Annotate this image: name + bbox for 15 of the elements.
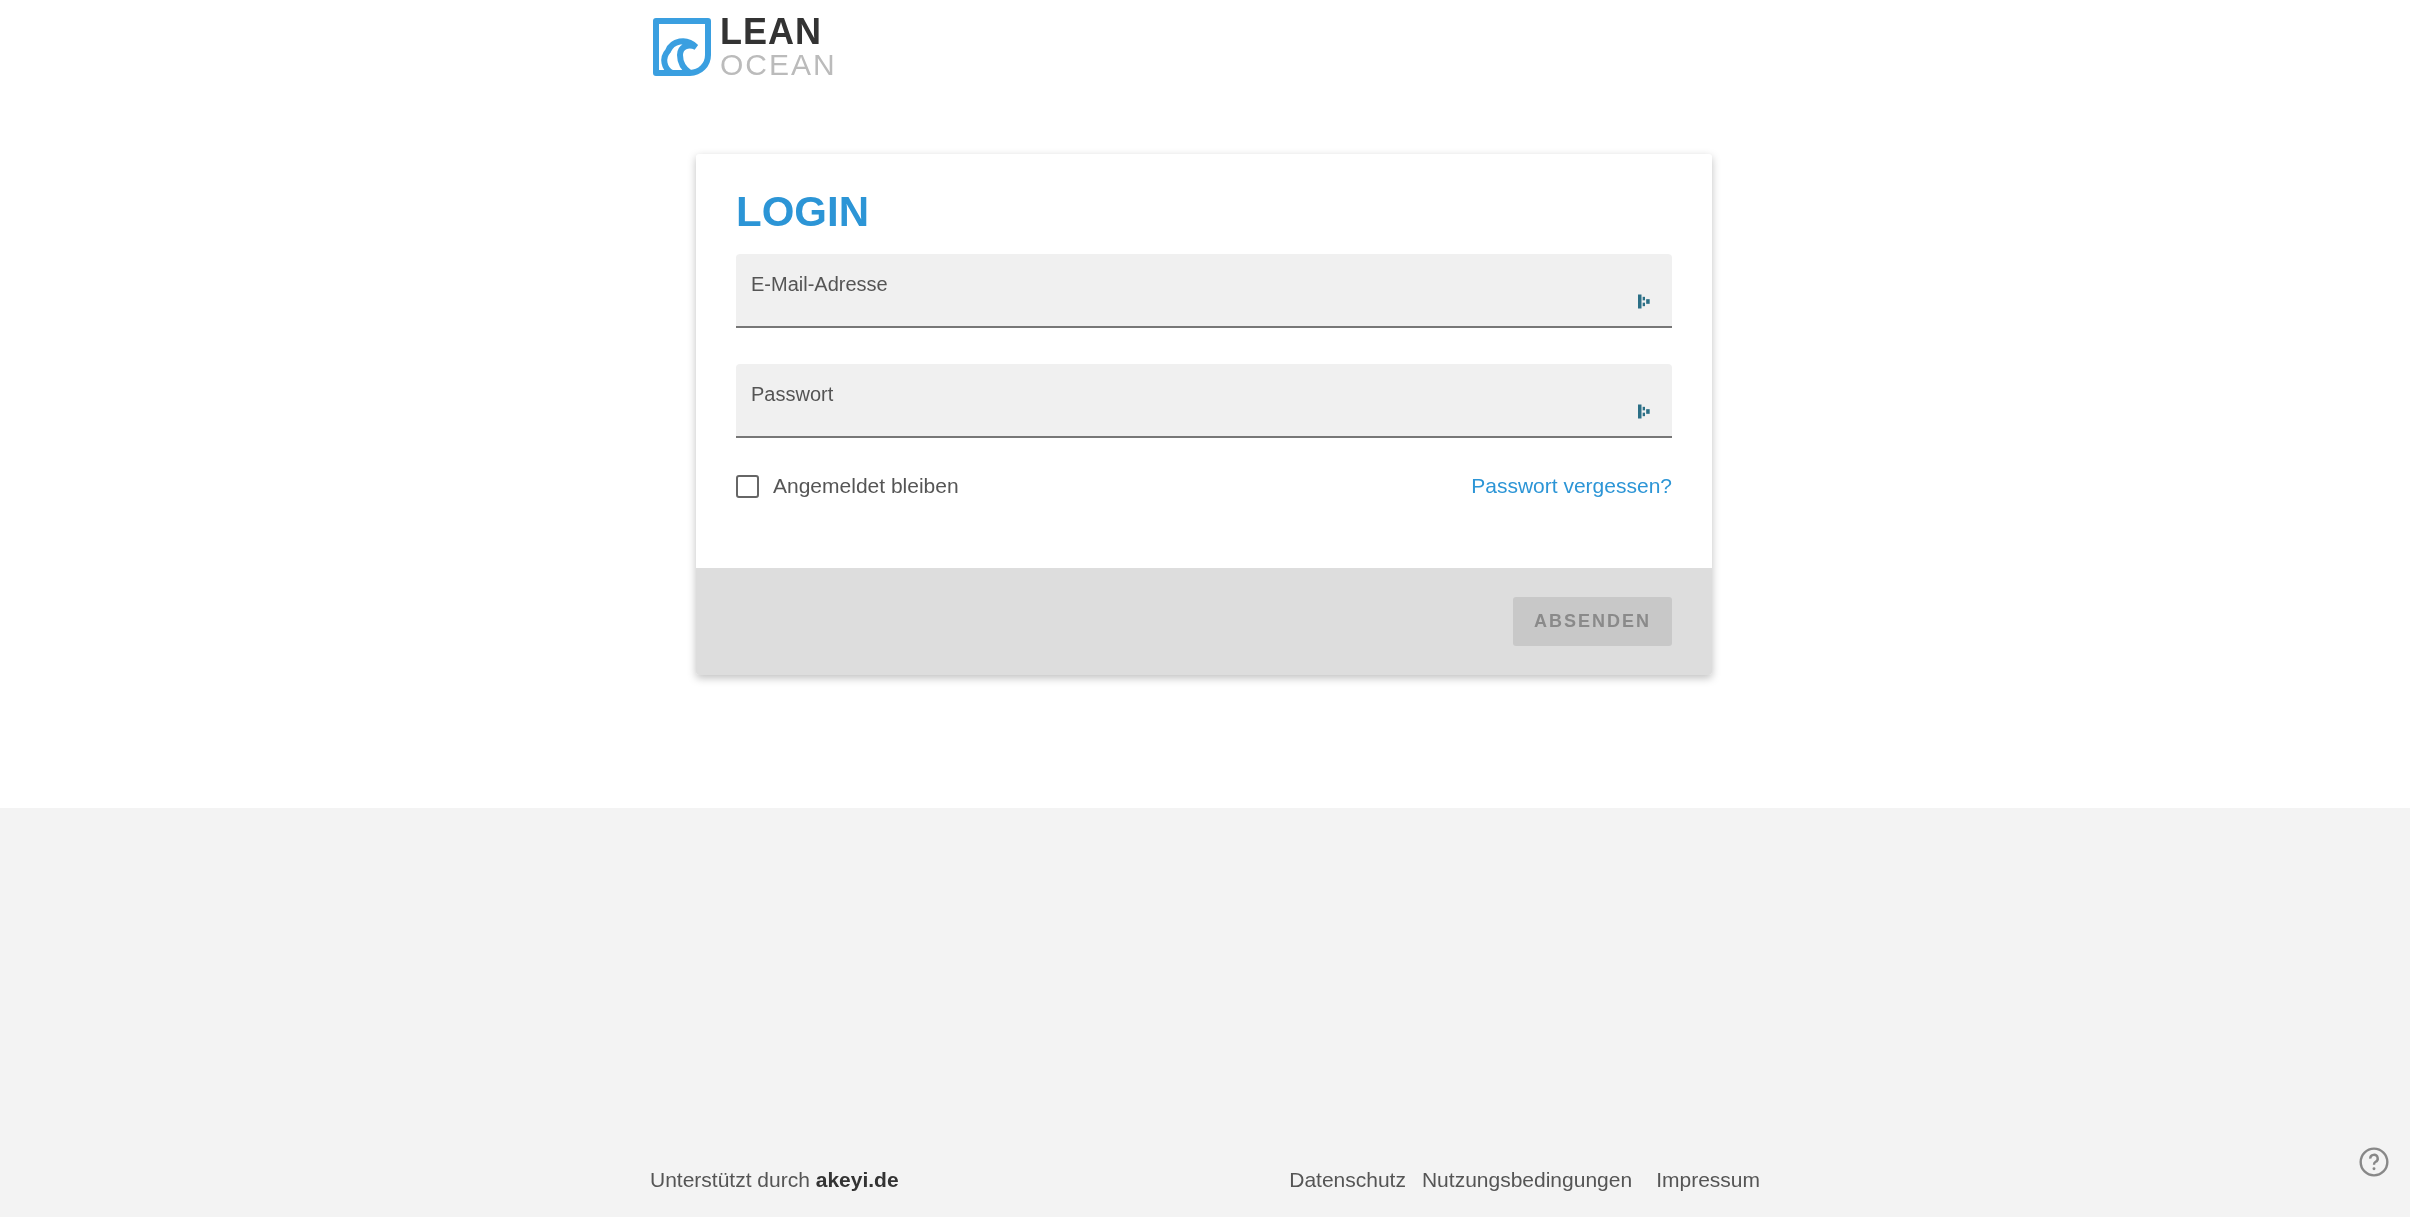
footer-link[interactable]: Impressum (1656, 1168, 1760, 1192)
key-icon[interactable] (1638, 292, 1652, 311)
help-icon[interactable] (2358, 1146, 2390, 1178)
footer-link[interactable]: Datenschutz (1289, 1168, 1406, 1192)
footer-link[interactable]: Nutzungsbedingungen (1421, 1168, 1633, 1192)
wave-logo-icon (650, 15, 714, 79)
key-icon[interactable] (1638, 402, 1652, 421)
logo-subtext: OCEAN (720, 50, 837, 80)
powered-by-text: Unterstützt durch akeyi.de (650, 1168, 899, 1192)
checkbox[interactable] (736, 474, 759, 498)
input-field[interactable]: Passwort (736, 364, 1672, 438)
checkbox-label: Angemeldet bleiben (773, 474, 959, 498)
input-field[interactable]: E-Mail-Adresse (736, 254, 1672, 328)
logo-text: LEAN (720, 14, 823, 50)
login-title: LOGIN (736, 188, 870, 236)
